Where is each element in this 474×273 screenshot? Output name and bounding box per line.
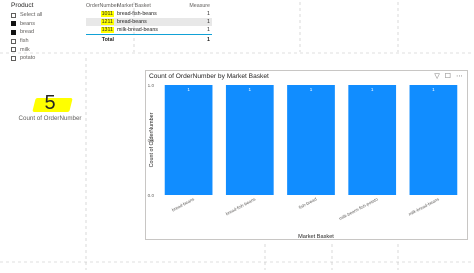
slicer-item-label: beans [20,20,35,27]
cell-ordernumber: 1011 [86,11,114,17]
slicer-item-milk[interactable]: milk [11,45,71,54]
table-row[interactable]: 1311 milk-bread-beans 1 [86,26,212,34]
cell-market-basket: bread-beans [117,19,147,25]
x-tick-label: bread-beans [171,196,196,212]
bar-data-label: 1 [310,87,313,92]
slicer-item-potato[interactable]: potato [11,54,71,63]
cell-market-basket: milk-bread-beans [117,27,158,33]
x-axis-title: Market Basket [298,234,334,240]
column-header-ordernumber[interactable]: OrderNumber [86,3,118,9]
cell-measure: 1 [207,11,210,17]
count-card[interactable]: 5 Count of OrderNumber [15,92,85,122]
slicer-item-label: Select all [20,12,43,19]
table-header: OrderNumber Market Basket Measure [86,2,212,10]
slicer-title: Product [11,2,34,9]
table-row[interactable]: 1211 bread-beans 1 [86,18,212,26]
bar-data-label: 1 [371,87,374,92]
slicer-item-fish[interactable]: fish [11,37,71,46]
y-tick-label: 1.0 [148,83,155,88]
bar-data-label: 1 [187,87,190,92]
column-header-market-basket[interactable]: Market Basket [114,3,172,9]
x-tick-label: fish-bread [298,196,318,210]
card-label: Count of OrderNumber [18,115,82,122]
slicer-item-label: fish [20,38,29,45]
bar[interactable] [409,85,458,195]
card-value: 5 [44,92,56,114]
highlighted-order-number: 1211 [100,19,114,25]
chart-plot: 0.00.51.0Count of OrderNumber1bread-bean… [148,83,458,240]
x-tick-label: milk-beans-fish-potato [338,196,379,221]
slicer-item-label: bread [20,29,35,36]
column-chart-visual[interactable]: Count of OrderNumber by Market Basket ▽ … [145,70,468,240]
checkbox-checked-icon[interactable] [11,29,16,35]
bar[interactable] [164,85,213,195]
x-tick-label: bread-fish-beans [225,196,257,216]
slicer-item-label: milk [20,46,30,53]
checkbox-icon[interactable] [11,47,16,53]
cell-measure: 1 [207,19,210,25]
bar[interactable] [348,85,397,195]
bar-data-label: 1 [432,87,435,92]
bar[interactable] [225,85,274,195]
y-tick-label: 0.0 [148,193,155,198]
cell-ordernumber: 1211 [86,19,114,25]
total-label: Total [101,36,114,43]
slicer-item-bread[interactable]: bread [11,28,71,37]
market-basket-table[interactable]: OrderNumber Market Basket Measure 1011 b… [86,2,212,44]
x-tick-label: milk-bread-beans [408,196,441,217]
slicer-item-beans[interactable]: beans [11,20,71,29]
checkbox-icon[interactable] [11,12,16,18]
cell-market-basket: bread-fish-beans [117,11,157,17]
highlighted-order-number: 1011 [100,11,114,17]
product-slicer[interactable]: Product Select all beans bread fish milk… [11,2,71,63]
y-axis-title: Count of OrderNumber [149,112,155,167]
slicer-item-select-all[interactable]: Select all [11,11,71,20]
slicer-item-label: potato [20,55,36,62]
checkbox-icon[interactable] [11,38,16,44]
bar[interactable] [287,85,335,195]
table-row[interactable]: 1011 bread-fish-beans 1 [86,10,212,18]
bar-data-label: 1 [249,87,252,92]
checkbox-checked-icon[interactable] [11,21,16,27]
total-value: 1 [207,36,210,43]
checkbox-icon[interactable] [11,55,16,61]
cell-ordernumber: 1311 [86,27,114,33]
cell-measure: 1 [207,27,210,33]
highlighted-order-number: 1311 [100,27,114,33]
table-total-row: Total 1 [86,35,212,44]
column-header-measure[interactable]: Measure [172,3,212,9]
